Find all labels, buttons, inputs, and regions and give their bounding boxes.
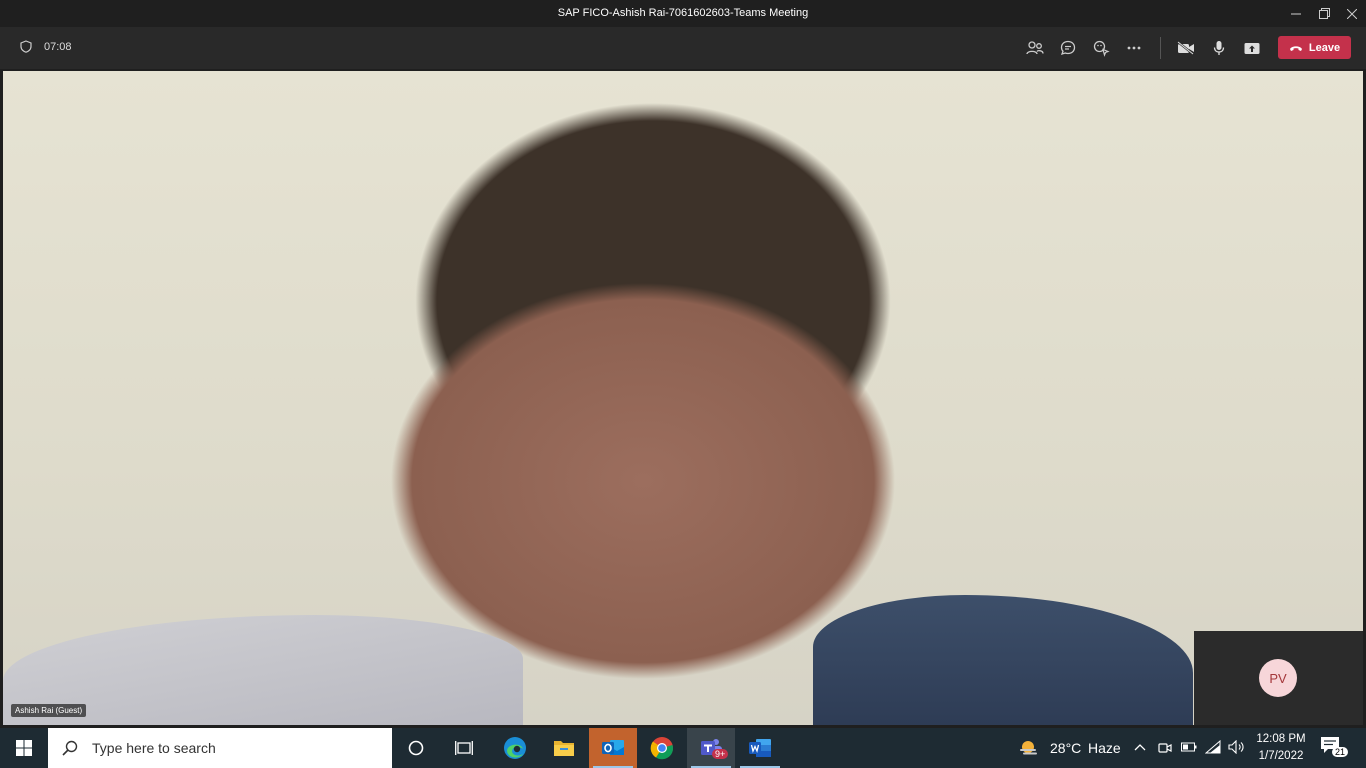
edge-icon	[504, 737, 526, 759]
meeting-info: 07:08	[20, 40, 72, 53]
cortana-icon	[408, 740, 424, 756]
notification-center-button[interactable]: 21	[1320, 736, 1350, 762]
phone-hangup-icon	[1289, 45, 1302, 51]
word-icon	[749, 739, 771, 757]
meeting-toolbar: 07:08 Leave	[0, 27, 1366, 69]
battery-icon[interactable]	[1181, 742, 1197, 752]
participants-icon	[1026, 41, 1044, 55]
avatar: PV	[1259, 659, 1297, 697]
weather-icon[interactable]	[1019, 738, 1041, 758]
camera-toggle-button[interactable]	[1176, 38, 1196, 58]
leave-label: Leave	[1308, 41, 1341, 54]
leave-button[interactable]: Leave	[1278, 36, 1351, 59]
volume-icon[interactable]	[1228, 740, 1246, 754]
participant-name-tag: Ashish Rai (Guest)	[11, 704, 87, 717]
reactions-button[interactable]	[1091, 38, 1111, 58]
word-app[interactable]	[736, 728, 784, 768]
video-stage: Ashish Rai (Guest)	[3, 71, 1363, 725]
toolbar-divider	[1160, 37, 1161, 59]
system-clock[interactable]: 12:08 PM 1/7/2022	[1248, 731, 1314, 765]
self-preview-tile[interactable]: PV	[1194, 631, 1363, 725]
more-options-button[interactable]	[1124, 38, 1144, 58]
window-title-bar: SAP FICO-Ashish Rai-7061602603-Teams Mee…	[0, 0, 1366, 27]
weather-temperature[interactable]: 28°C	[1050, 740, 1081, 756]
meet-now-icon[interactable]	[1158, 740, 1172, 756]
chat-icon	[1060, 40, 1076, 56]
outlook-icon	[602, 740, 624, 755]
chevron-up-icon[interactable]	[1134, 743, 1146, 751]
more-options-icon	[1127, 46, 1141, 50]
wifi-icon[interactable]	[1205, 740, 1221, 754]
restore-icon	[1318, 8, 1330, 19]
minimize-button[interactable]	[1281, 0, 1311, 27]
participants-button[interactable]	[1025, 38, 1045, 58]
shield-icon[interactable]	[20, 40, 32, 53]
share-screen-button[interactable]	[1242, 38, 1262, 58]
camera-off-icon	[1177, 41, 1194, 55]
search-placeholder: Type here to search	[92, 740, 216, 756]
task-view-icon	[455, 741, 473, 755]
chat-button[interactable]	[1058, 38, 1078, 58]
file-explorer-icon	[554, 741, 574, 756]
meeting-timer: 07:08	[44, 40, 72, 53]
reactions-icon	[1093, 40, 1110, 57]
task-view-button[interactable]	[440, 728, 488, 768]
window-title: SAP FICO-Ashish Rai-7061602603-Teams Mee…	[557, 7, 809, 19]
windows-taskbar: Type here to search 9+ 28°C Haze 12:08 P…	[0, 728, 1366, 768]
restore-button[interactable]	[1309, 0, 1339, 27]
microphone-icon	[1213, 41, 1225, 55]
search-icon	[62, 740, 78, 756]
edge-app[interactable]	[491, 728, 539, 768]
microphone-button[interactable]	[1209, 38, 1229, 58]
share-screen-icon	[1244, 42, 1260, 54]
teams-app[interactable]: 9+	[687, 728, 735, 768]
clock-date: 1/7/2022	[1258, 750, 1304, 762]
taskbar-search-box[interactable]: Type here to search	[48, 728, 392, 768]
windows-logo-icon	[16, 740, 32, 756]
cortana-button[interactable]	[392, 728, 440, 768]
chrome-icon	[650, 737, 674, 760]
minimize-icon	[1291, 13, 1301, 14]
file-explorer-app[interactable]	[540, 728, 588, 768]
close-button[interactable]	[1337, 0, 1366, 27]
clock-time: 12:08 PM	[1256, 733, 1306, 745]
start-button[interactable]	[0, 728, 48, 768]
close-icon	[1347, 8, 1357, 19]
outlook-app[interactable]	[589, 728, 637, 768]
notification-count-badge: 21	[1332, 747, 1349, 757]
teams-notification-badge: 9+	[712, 749, 729, 759]
weather-description[interactable]: Haze	[1088, 740, 1121, 756]
chrome-app[interactable]	[638, 728, 686, 768]
